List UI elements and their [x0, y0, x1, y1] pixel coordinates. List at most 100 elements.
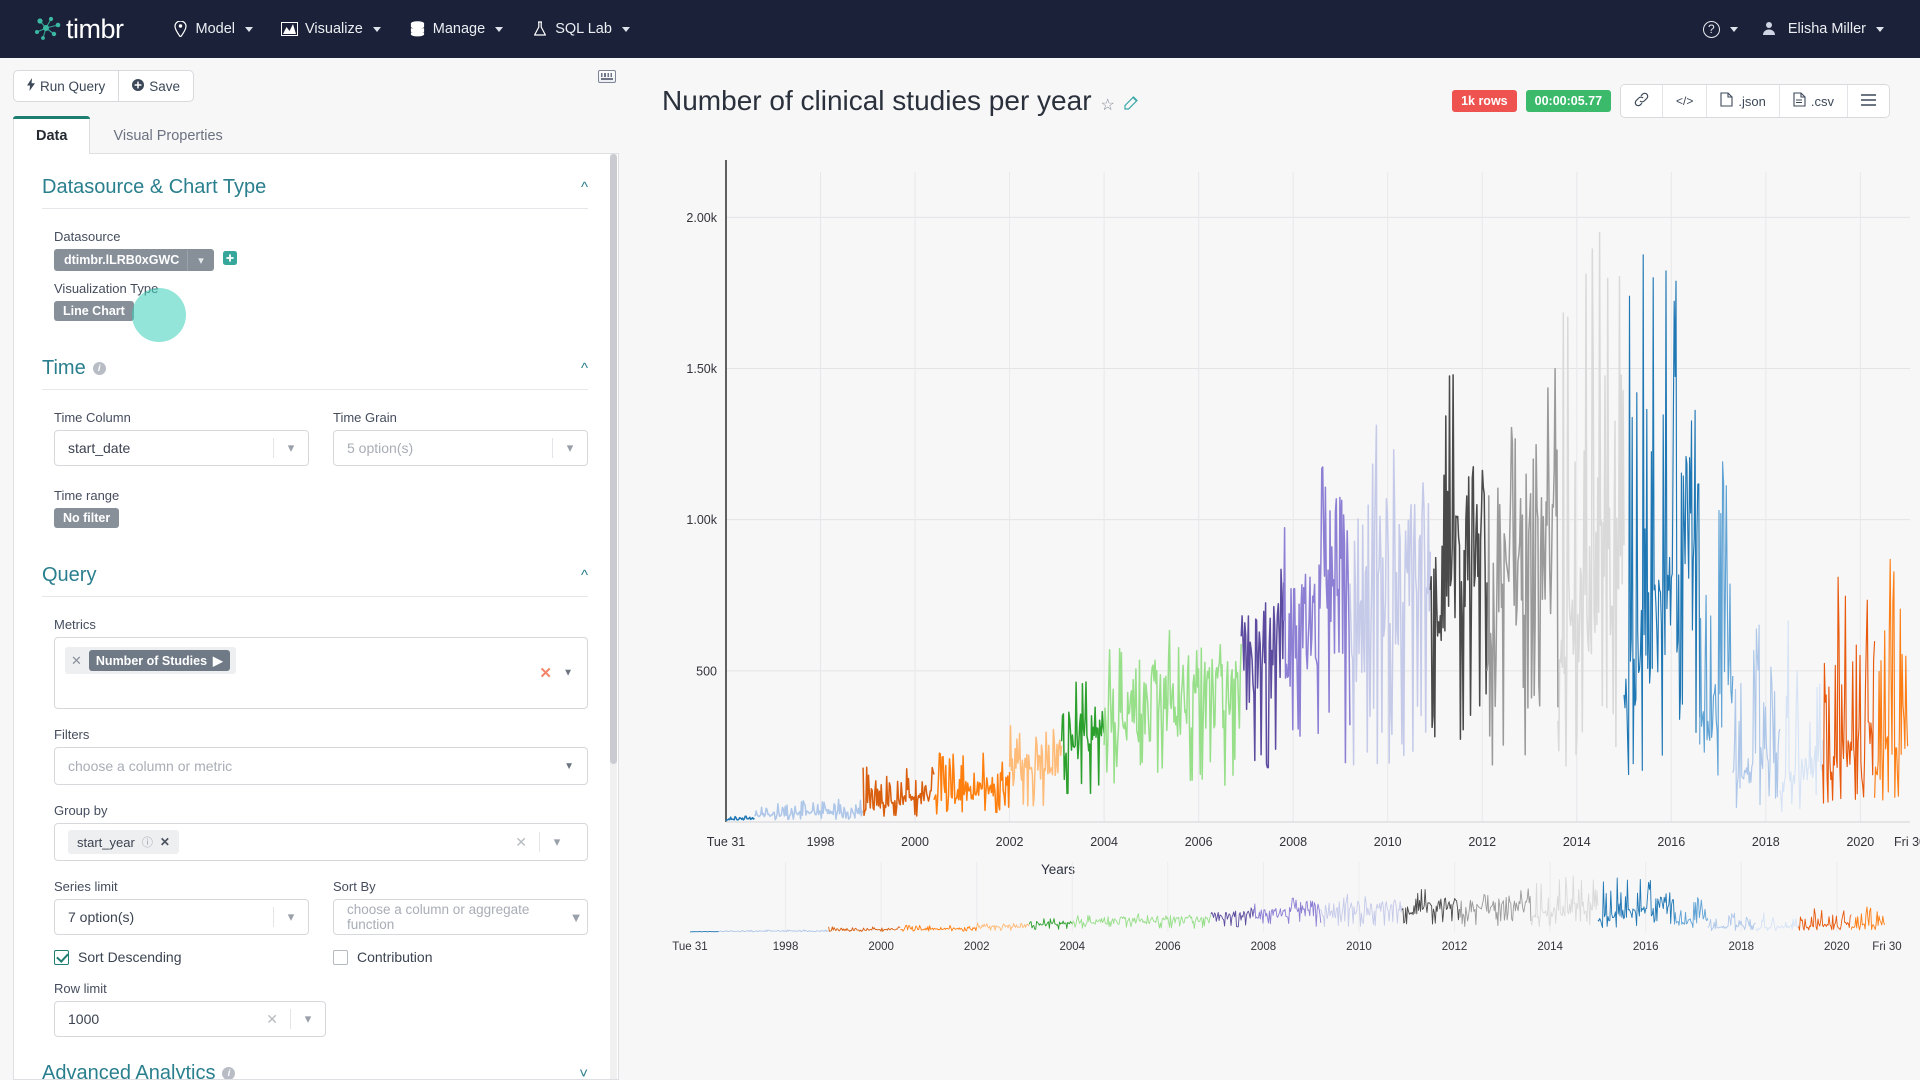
svg-text:2008: 2008	[1279, 835, 1307, 849]
svg-text:2000: 2000	[901, 835, 929, 849]
time-column-value: start_date	[68, 440, 131, 456]
star-outline-icon[interactable]: ☆	[1101, 95, 1115, 115]
chevron-down-icon: ▾	[287, 440, 295, 455]
chevron-down-icon	[1876, 26, 1884, 32]
section-title: Time	[42, 357, 86, 379]
svg-text:2014: 2014	[1537, 941, 1563, 953]
play-icon: ▶	[213, 654, 223, 668]
metric-name: Number of Studies	[95, 653, 208, 668]
filters-field[interactable]: choose a column or metric ▼	[54, 747, 588, 785]
chevron-up-icon[interactable]: ^	[581, 179, 588, 196]
datasource-select[interactable]: dtimbr.lLRB0xGWC ▾	[54, 249, 214, 271]
database-icon	[409, 21, 426, 38]
svg-text:2016: 2016	[1657, 835, 1685, 849]
clear-row-limit-icon[interactable]: ✕	[266, 1011, 278, 1028]
svg-text:2002: 2002	[964, 941, 990, 953]
chevron-down-icon[interactable]: ▼	[563, 668, 573, 679]
time-range-value[interactable]: No filter	[54, 508, 120, 528]
chevron-down-icon[interactable]: ▾	[187, 249, 214, 271]
panel-tabs: Data Visual Properties	[0, 115, 632, 154]
sort-descending-label: Sort Descending	[78, 949, 182, 965]
run-query-button[interactable]: Run Query	[13, 70, 120, 102]
sort-descending-checkbox[interactable]: Sort Descending	[54, 949, 309, 965]
svg-text:2020: 2020	[1824, 941, 1850, 953]
time-column-select[interactable]: start_date ▾	[54, 430, 309, 466]
section-advanced-analytics-header[interactable]: Advanced Analytics i ˅	[42, 1062, 588, 1080]
time-column-label: Time Column	[54, 410, 131, 425]
info-icon[interactable]: i	[92, 362, 106, 375]
nav-item-visualize[interactable]: Visualize	[267, 15, 395, 44]
line-chart-svg[interactable]: 500 1.00k 1.50k 2.00k Tue 31 Tue 31 1998 1998 20…	[632, 150, 1920, 1080]
section-time-header[interactable]: Time i ^	[42, 357, 588, 390]
svg-text:1998: 1998	[773, 941, 799, 953]
clear-metrics-icon[interactable]: ✕	[539, 664, 552, 682]
remove-group-by-icon[interactable]: ✕	[160, 835, 170, 849]
chart-plot-wrapper[interactable]: 500 1.00k 1.50k 2.00k Tue 31 Tue 31 1998 1998 20…	[632, 150, 1920, 1080]
sort-by-select[interactable]: choose a column or aggregate function ▼	[333, 899, 588, 935]
chevron-down-icon[interactable]: ▼	[564, 761, 574, 772]
svg-text:2002: 2002	[996, 835, 1024, 849]
nav-item-sql-lab[interactable]: SQL Lab	[517, 15, 644, 44]
chart-panel: Number of clinical studies per year ☆ 1k…	[632, 58, 1920, 1080]
series-limit-value: 7 option(s)	[68, 909, 135, 925]
help-menu[interactable]: ?	[1689, 15, 1742, 44]
section-datasource-header[interactable]: Datasource & Chart Type ^	[42, 176, 588, 209]
info-icon[interactable]: i	[222, 1067, 236, 1079]
keyboard-icon[interactable]	[598, 70, 616, 83]
metrics-field[interactable]: ✕ Number of Studies ▶ ✕ ▼	[54, 637, 588, 709]
remove-metric-icon[interactable]: ✕	[71, 653, 82, 669]
chevron-down-icon: ▾	[304, 1011, 312, 1026]
time-grain-select[interactable]: 5 option(s) ▾	[333, 430, 588, 466]
panel-scrollbar[interactable]	[610, 154, 617, 1079]
chart-action-button-group: </> .json .csv	[1620, 84, 1890, 118]
help-circle-icon[interactable]: ⓘ	[142, 834, 153, 850]
view-code-button[interactable]: </>	[1663, 85, 1708, 117]
time-range-label: Time range	[54, 488, 120, 503]
svg-text:2006: 2006	[1185, 835, 1213, 849]
panel-toolbar: Run Query Save	[0, 58, 632, 104]
more-menu-button[interactable]	[1848, 85, 1889, 117]
section-title: Advanced Analytics	[42, 1062, 216, 1080]
nav-item-manage[interactable]: Manage	[395, 15, 517, 44]
panel-scrollbar-thumb[interactable]	[610, 154, 617, 764]
chart-icon	[281, 21, 298, 38]
chevron-down-icon	[1729, 26, 1738, 32]
row-limit-value: 1000	[68, 1011, 100, 1027]
checkbox-box	[333, 949, 348, 965]
control-panel: Run Query Save Data Visual Properties Da…	[0, 58, 632, 1080]
chevron-up-icon[interactable]: ^	[581, 360, 588, 377]
export-csv-button[interactable]: .csv	[1779, 85, 1848, 117]
chevron-down-icon[interactable]: ˅	[579, 1065, 588, 1079]
clear-group-by-icon[interactable]: ✕	[515, 834, 527, 851]
tab-visual-properties[interactable]: Visual Properties	[90, 116, 245, 154]
user-menu[interactable]: Elisha Miller	[1748, 15, 1898, 44]
tab-data[interactable]: Data	[13, 116, 91, 154]
chevron-down-icon[interactable]: ▾	[540, 834, 574, 850]
svg-text:1.50k: 1.50k	[686, 362, 717, 376]
metric-tag[interactable]: Number of Studies ▶	[88, 650, 230, 671]
group-by-field[interactable]: start_year ⓘ ✕ ✕ ▾	[54, 823, 588, 861]
metric-chip[interactable]: ✕ Number of Studies ▶	[65, 647, 236, 674]
section-title: Query	[42, 564, 97, 586]
svg-text:1.00k: 1.00k	[686, 513, 717, 527]
section-query-header[interactable]: Query ^	[42, 564, 588, 597]
group-by-chip[interactable]: start_year ⓘ ✕	[68, 830, 179, 854]
svg-text:2018: 2018	[1752, 835, 1780, 849]
save-button[interactable]: Save	[119, 70, 195, 102]
chevron-up-icon[interactable]: ^	[581, 567, 588, 584]
group-by-label: Group by	[54, 803, 108, 818]
timbr-logo[interactable]: timbr	[34, 14, 124, 45]
viz-type-value[interactable]: Line Chart	[54, 301, 134, 321]
series-limit-select[interactable]: 7 option(s) ▾	[54, 899, 309, 935]
edit-pencil-icon[interactable]	[1124, 95, 1139, 115]
contribution-label: Contribution	[357, 949, 433, 965]
export-json-button[interactable]: .json	[1707, 85, 1780, 117]
checkbox-box	[54, 949, 69, 965]
contribution-checkbox[interactable]: Contribution	[333, 949, 588, 965]
plus-square-icon[interactable]	[222, 250, 237, 270]
nav-item-model[interactable]: Model	[158, 15, 268, 44]
svg-text:500: 500	[696, 664, 717, 678]
share-link-button[interactable]	[1621, 85, 1664, 117]
row-limit-select[interactable]: 1000 ✕ ▾	[54, 1001, 326, 1037]
chevron-down-icon	[621, 26, 630, 32]
